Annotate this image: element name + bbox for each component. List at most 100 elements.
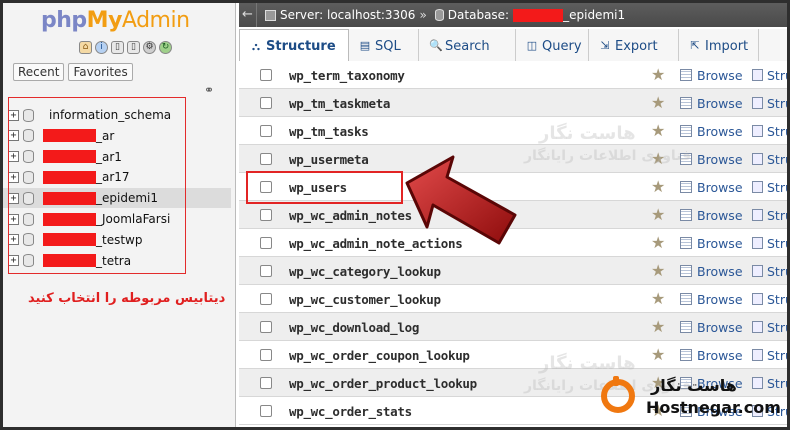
structure-icon[interactable]	[752, 181, 763, 193]
table-name-link[interactable]: wp_wc_category_lookup	[289, 264, 441, 279]
home-icon[interactable]: ⌂	[79, 41, 92, 54]
tab-label: Import	[705, 38, 749, 54]
table-name-link[interactable]: wp_wc_customer_lookup	[289, 292, 441, 307]
favorite-star-icon[interactable]: ★	[651, 65, 665, 84]
phpmyadmin-logo[interactable]: phpMyAdmin	[41, 8, 190, 33]
browse-icon[interactable]	[680, 237, 692, 249]
browse-icon[interactable]	[680, 69, 692, 81]
table-name-link[interactable]: wp_wc_admin_notes	[289, 208, 412, 223]
tab-export[interactable]: ⇲ Export	[589, 29, 679, 63]
browse-link[interactable]: Browse	[697, 320, 743, 335]
browse-icon[interactable]	[680, 349, 692, 361]
structure-icon[interactable]	[752, 209, 763, 221]
browse-icon[interactable]	[680, 97, 692, 109]
table-select-checkbox[interactable]	[260, 97, 272, 109]
browse-link[interactable]: Browse	[697, 96, 743, 111]
browse-link[interactable]: Browse	[697, 180, 743, 195]
sql-docs-icon[interactable]: ▯	[127, 41, 140, 54]
structure-link[interactable]: Stru	[767, 320, 787, 335]
table-select-checkbox[interactable]	[260, 265, 272, 277]
table-select-checkbox[interactable]	[260, 153, 272, 165]
collapse-arrow-icon[interactable]: ←	[239, 3, 257, 27]
favorite-star-icon[interactable]: ★	[651, 345, 665, 364]
browse-link[interactable]: Browse	[697, 208, 743, 223]
recent-tab[interactable]: Recent	[13, 63, 65, 81]
link-icon[interactable]: ⚭	[204, 83, 214, 97]
table-select-checkbox[interactable]	[260, 321, 272, 333]
pointer-arrow-icon	[405, 155, 517, 245]
favorite-star-icon[interactable]: ★	[651, 233, 665, 252]
table-select-checkbox[interactable]	[260, 377, 272, 389]
browse-link[interactable]: Browse	[697, 236, 743, 251]
structure-icon[interactable]	[752, 321, 763, 333]
favorite-star-icon[interactable]: ★	[651, 93, 665, 112]
tab-structure[interactable]: ⛬ Structure	[239, 29, 349, 63]
structure-icon[interactable]	[752, 97, 763, 109]
instruction-note: دیتابیس مربوطه را انتخاب کنید	[28, 291, 226, 306]
browse-link[interactable]: Browse	[697, 264, 743, 279]
browse-icon[interactable]	[680, 265, 692, 277]
breadcrumb-server[interactable]: Server: localhost:3306	[280, 8, 415, 22]
structure-icon[interactable]	[752, 125, 763, 137]
browse-link[interactable]: Browse	[697, 124, 743, 139]
table-name-link[interactable]: wp_term_taxonomy	[289, 68, 405, 83]
info-icon[interactable]: i	[95, 41, 108, 54]
structure-link[interactable]: Stru	[767, 124, 787, 139]
table-name-link[interactable]: wp_tm_tasks	[289, 124, 369, 139]
structure-link[interactable]: Stru	[767, 152, 787, 167]
favorite-star-icon[interactable]: ★	[651, 261, 665, 280]
favorite-star-icon[interactable]: ★	[651, 121, 665, 140]
structure-link[interactable]: Stru	[767, 348, 787, 363]
browse-link[interactable]: Browse	[697, 348, 743, 363]
gear-icon[interactable]: ⚙	[143, 41, 156, 54]
table-name-link[interactable]: wp_wc_order_product_lookup	[289, 376, 477, 391]
tab-sql[interactable]: ▤ SQL	[349, 29, 419, 63]
table-select-checkbox[interactable]	[260, 125, 272, 137]
tab-import[interactable]: ⇱ Import	[679, 29, 759, 63]
breadcrumb-database-label[interactable]: Database:	[448, 8, 509, 22]
table-name-link[interactable]: wp_tm_taskmeta	[289, 96, 390, 111]
structure-link[interactable]: Stru	[767, 96, 787, 111]
structure-link[interactable]: Stru	[767, 208, 787, 223]
table-name-link[interactable]: wp_usermeta	[289, 152, 369, 167]
browse-link[interactable]: Browse	[697, 292, 743, 307]
structure-icon[interactable]	[752, 237, 763, 249]
table-select-checkbox[interactable]	[260, 293, 272, 305]
browse-icon[interactable]	[680, 125, 692, 137]
structure-icon[interactable]	[752, 153, 763, 165]
browse-icon[interactable]	[680, 321, 692, 333]
table-name-link[interactable]: wp_wc_order_stats	[289, 404, 412, 419]
breadcrumb-database-name[interactable]: _epidemi1	[563, 8, 625, 22]
favorites-tab[interactable]: Favorites	[68, 63, 133, 81]
table-name-link[interactable]: wp_wc_order_coupon_lookup	[289, 348, 470, 363]
structure-link[interactable]: Stru	[767, 292, 787, 307]
favorite-star-icon[interactable]: ★	[651, 177, 665, 196]
browse-link[interactable]: Browse	[697, 68, 743, 83]
structure-icon[interactable]	[752, 349, 763, 361]
structure-icon[interactable]	[752, 265, 763, 277]
structure-icon[interactable]	[752, 69, 763, 81]
table-select-checkbox[interactable]	[260, 349, 272, 361]
table-name-link[interactable]: wp_wc_download_log	[289, 320, 419, 335]
structure-icon[interactable]	[752, 293, 763, 305]
table-select-checkbox[interactable]	[260, 405, 272, 417]
structure-link[interactable]: Stru	[767, 68, 787, 83]
table-select-checkbox[interactable]	[260, 209, 272, 221]
favorite-star-icon[interactable]: ★	[651, 289, 665, 308]
docs-icon[interactable]: ▯	[111, 41, 124, 54]
browse-link[interactable]: Browse	[697, 152, 743, 167]
structure-link[interactable]: Stru	[767, 236, 787, 251]
browse-icon[interactable]	[680, 209, 692, 221]
reload-icon[interactable]: ↻	[159, 41, 172, 54]
table-select-checkbox[interactable]	[260, 69, 272, 81]
tab-query[interactable]: ◫ Query	[516, 29, 589, 63]
browse-icon[interactable]	[680, 181, 692, 193]
table-select-checkbox[interactable]	[260, 237, 272, 249]
redacted-block	[513, 8, 564, 22]
structure-link[interactable]: Stru	[767, 180, 787, 195]
favorite-star-icon[interactable]: ★	[651, 205, 665, 224]
tab-search[interactable]: 🔍 Search	[419, 29, 516, 63]
structure-link[interactable]: Stru	[767, 264, 787, 279]
favorite-star-icon[interactable]: ★	[651, 317, 665, 336]
browse-icon[interactable]	[680, 293, 692, 305]
